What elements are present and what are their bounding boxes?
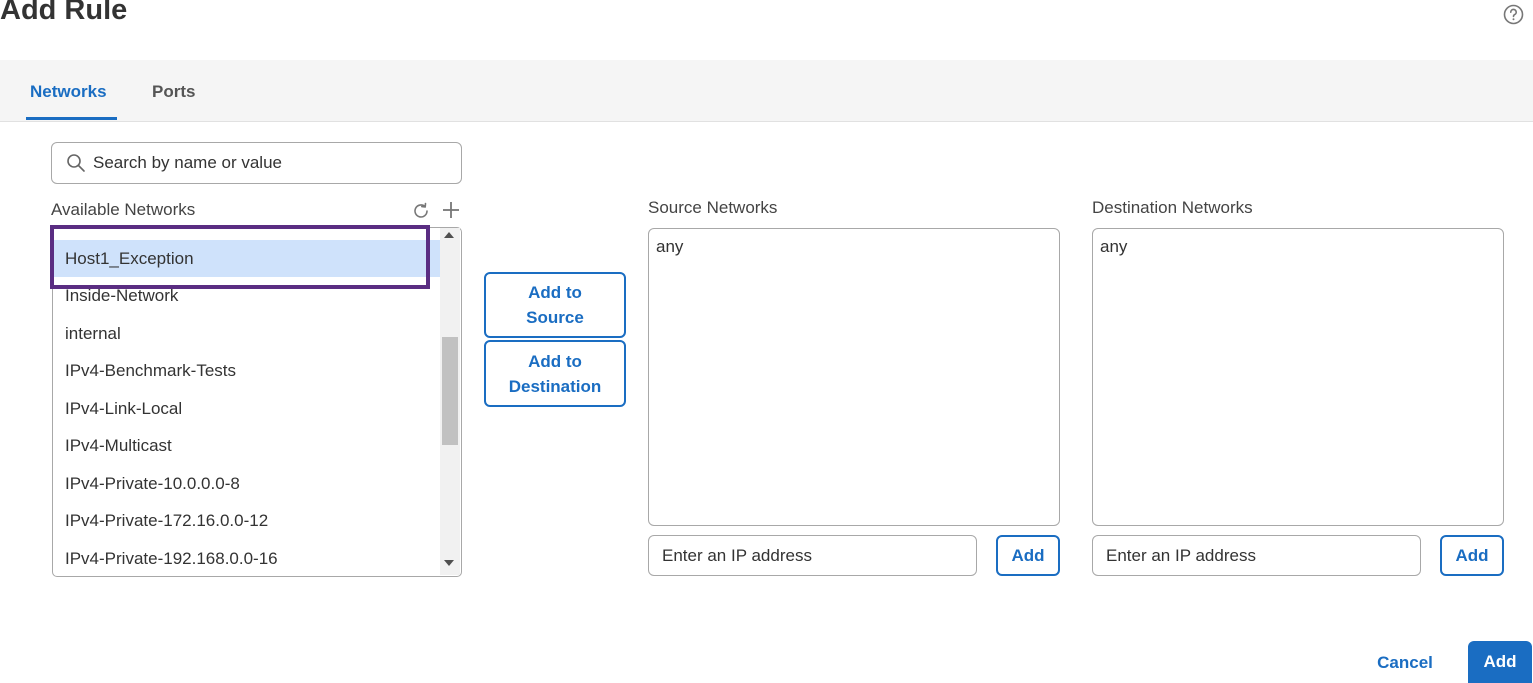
dialog-title: Add Rule (0, 0, 128, 26)
tab-networks[interactable]: Networks (30, 82, 107, 102)
list-item[interactable]: IPv4-Benchmark-Tests (53, 352, 440, 389)
active-tab-indicator (26, 117, 117, 120)
refresh-icon[interactable] (411, 201, 431, 221)
scroll-up-arrow-icon[interactable] (444, 232, 454, 238)
source-network-entry: any (656, 237, 684, 256)
search-icon (67, 154, 85, 172)
add-rule-button[interactable]: Add (1468, 641, 1532, 683)
source-ip-input[interactable] (648, 535, 977, 576)
destination-networks-label: Destination Networks (1092, 198, 1253, 217)
scroll-down-arrow-icon[interactable] (444, 560, 454, 566)
search-input[interactable] (93, 151, 453, 175)
source-networks-label: Source Networks (648, 198, 778, 217)
available-networks-label: Available Networks (51, 200, 196, 219)
tab-ports[interactable]: Ports (152, 82, 195, 102)
search-box (51, 142, 462, 184)
list-item[interactable]: IPv4-Private-10.0.0.0-8 (53, 465, 440, 502)
add-to-destination-label: Add to Destination (508, 351, 602, 396)
source-add-button[interactable]: Add (996, 535, 1060, 576)
list-item[interactable]: IPv4-Multicast (53, 427, 440, 464)
tab-bar: Networks Ports (0, 60, 1533, 122)
plus-icon[interactable] (441, 200, 461, 220)
list-item[interactable]: IPv4-Link-Local (53, 390, 440, 427)
add-to-source-label: Add to Source (526, 283, 584, 327)
available-networks-list: Host1_Exception Inside-Network internal … (52, 227, 462, 577)
list-item[interactable]: internal (53, 315, 440, 352)
list-item[interactable]: IPv4-Private-192.168.0.0-16 (53, 540, 440, 576)
scrollbar-thumb[interactable] (442, 337, 458, 445)
source-networks-box[interactable]: any (648, 228, 1060, 526)
cancel-button[interactable]: Cancel (1365, 650, 1445, 676)
destination-networks-box[interactable]: any (1092, 228, 1504, 526)
help-icon[interactable] (1503, 4, 1524, 25)
list-item[interactable]: IPv4-Private-172.16.0.0-12 (53, 502, 440, 539)
list-item[interactable]: Inside-Network (53, 277, 440, 314)
destination-ip-input[interactable] (1092, 535, 1421, 576)
destination-network-entry: any (1100, 237, 1128, 256)
add-to-destination-button[interactable]: Add to Destination (484, 340, 626, 407)
destination-add-button[interactable]: Add (1440, 535, 1504, 576)
add-to-source-button[interactable]: Add to Source (484, 272, 626, 338)
list-item[interactable]: Host1_Exception (53, 240, 440, 277)
